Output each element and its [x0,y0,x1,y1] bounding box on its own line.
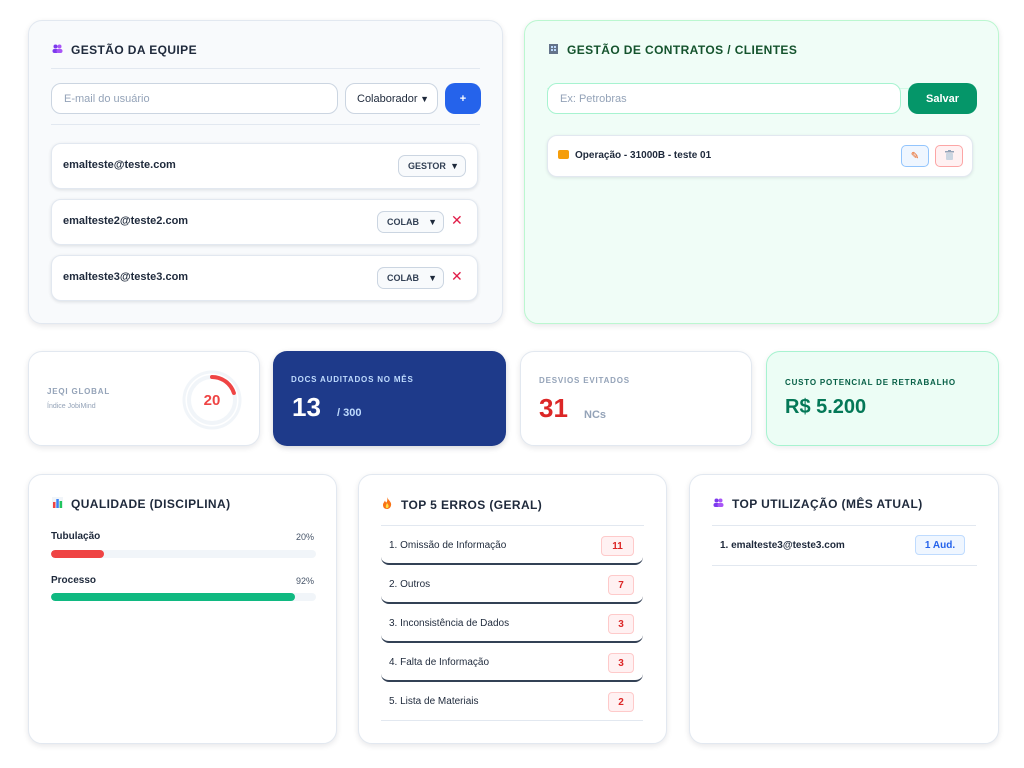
usage-user: 1. emalteste3@teste3.com [720,540,845,551]
fire-icon [381,497,393,512]
member-email: emalteste2@teste2.com [63,215,189,227]
divider [51,68,480,69]
error-row: 3. Inconsistência de Dados 3 [381,604,643,643]
member-row: emalteste@teste.com GESTOR ▼ [51,143,478,189]
error-row: 4. Falta de Informação 3 [381,643,643,682]
building-icon [547,43,559,57]
member-role-select[interactable]: COLAB ▼ [377,267,444,289]
chevron-down-icon: ▼ [428,273,437,283]
top-errors-card: TOP 5 ERROS (GERAL) 1. Omissão de Inform… [358,474,667,744]
contract-item[interactable]: Operação - 31000B - teste 01 ✎ [547,135,973,177]
member-email: emalteste3@teste3.com [63,271,189,283]
quality-title-text: QUALIDADE (DISCIPLINA) [71,497,231,511]
kpi-desvios-card: DESVIOS EVITADOS 31 NCs [520,351,752,446]
team-management-card: GESTÃO DA EQUIPE E-mail do usuário Colab… [28,20,503,324]
kpi-custo-value: R$ 5.200 [785,396,867,418]
email-input[interactable]: E-mail do usuário [51,83,338,114]
kpi-docs-value: 13 [292,392,321,422]
pencil-icon: ✎ [910,150,920,162]
folder-icon [558,150,569,159]
kpi-jeqi-card: JEQI GLOBAL Índice JobiMind 20 [28,351,260,446]
list-item: 1. emalteste3@teste3.com 1 Aud. [712,526,977,566]
people-icon [712,498,724,510]
member-role-select[interactable]: COLAB ▼ [377,211,444,233]
error-label: 5. Lista de Materiais [389,696,479,707]
jeqi-gauge: 20 [182,370,242,430]
bar-percent: 20% [295,532,314,542]
error-row: 1. Omissão de Informação 11 [381,526,643,565]
member-role-value: COLAB [387,217,419,227]
kpi-desvios-value: 31 [539,393,568,423]
remove-member-button[interactable]: ✕ [451,212,463,229]
kpi-docs-label: DOCS AUDITADOS NO MÊS [291,375,414,384]
error-row: 5. Lista de Materiais 2 [381,682,643,721]
usage-title-text: TOP UTILIZAÇÃO (MÊS ATUAL) [732,497,923,511]
error-label: 1. Omissão de Informação [389,540,507,551]
team-title-text: GESTÃO DA EQUIPE [71,43,197,57]
kpi-docs-total: / 300 [337,407,362,419]
chevron-down-icon: ▼ [428,217,437,227]
bar-label: Processo [51,575,97,586]
error-count-badge: 2 [608,692,634,712]
role-select-value: Colaborador [357,92,418,105]
contracts-management-card: GESTÃO DE CONTRATOS / CLIENTES Ex: Petro… [524,20,999,324]
progress-fill [51,593,295,601]
error-label: 4. Falta de Informação [389,657,490,668]
kpi-docs-card: DOCS AUDITADOS NO MÊS 13 / 300 [273,351,506,446]
kpi-jeqi-label: JEQI GLOBAL [47,387,111,396]
remove-member-button[interactable]: ✕ [451,268,463,285]
quality-title: QUALIDADE (DISCIPLINA) [51,497,230,511]
chevron-down-icon: ▼ [450,161,459,171]
save-button[interactable]: Salvar [908,83,977,114]
people-icon [51,44,63,56]
kpi-jeqi-sub: Índice JobiMind [47,403,96,410]
top-usage-card: TOP UTILIZAÇÃO (MÊS ATUAL) 1. emalteste3… [689,474,999,744]
error-count-badge: 7 [608,575,634,595]
add-user-button[interactable]: + [445,83,481,114]
kpi-custo-label: CUSTO POTENCIAL DE RETRABALHO [785,378,956,387]
jeqi-value: 20 [204,392,221,409]
kpi-desvios-unit: NCs [584,409,607,421]
bar-chart-icon [51,497,63,511]
bar-percent: 92% [295,576,314,586]
edit-button[interactable]: ✎ [901,145,929,167]
error-label: 2. Outros [389,579,431,590]
divider [51,124,480,125]
usage-title: TOP UTILIZAÇÃO (MÊS ATUAL) [712,497,923,511]
error-count-badge: 3 [608,653,634,673]
progress-fill [51,550,104,558]
kpi-custo-card: CUSTO POTENCIAL DE RETRABALHO R$ 5.200 [766,351,999,446]
progress-track [51,550,316,558]
trash-icon [944,149,954,163]
contracts-title-text: GESTÃO DE CONTRATOS / CLIENTES [567,43,798,57]
member-role-select[interactable]: GESTOR ▼ [398,155,466,177]
kpi-desvios-label: DESVIOS EVITADOS [539,376,630,385]
error-count-badge: 3 [608,614,634,634]
progress-track [51,593,316,601]
member-email: emalteste@teste.com [63,159,176,171]
errors-title: TOP 5 ERROS (GERAL) [381,497,542,512]
role-select[interactable]: Colaborador ▼ [345,83,438,114]
error-row: 2. Outros 7 [381,565,643,604]
error-count-badge: 11 [601,536,634,556]
member-role-value: GESTOR [408,161,446,171]
client-input[interactable]: Ex: Petrobras [547,83,901,114]
error-label: 3. Inconsistência de Dados [389,618,510,629]
member-role-value: COLAB [387,273,419,283]
contracts-title: GESTÃO DE CONTRATOS / CLIENTES [547,43,797,57]
delete-button[interactable] [935,145,963,167]
bar-label: Tubulação [51,531,101,542]
contract-name: Operação - 31000B - teste 01 [575,150,712,161]
errors-title-text: TOP 5 ERROS (GERAL) [401,497,543,512]
usage-badge: 1 Aud. [915,535,965,555]
member-row: emalteste2@teste2.com COLAB ▼ ✕ [51,199,478,245]
team-title: GESTÃO DA EQUIPE [51,43,197,57]
member-row: emalteste3@teste3.com COLAB ▼ ✕ [51,255,478,301]
quality-card: QUALIDADE (DISCIPLINA) Tubulação 20% Pro… [28,474,337,744]
chevron-down-icon: ▼ [420,93,429,104]
